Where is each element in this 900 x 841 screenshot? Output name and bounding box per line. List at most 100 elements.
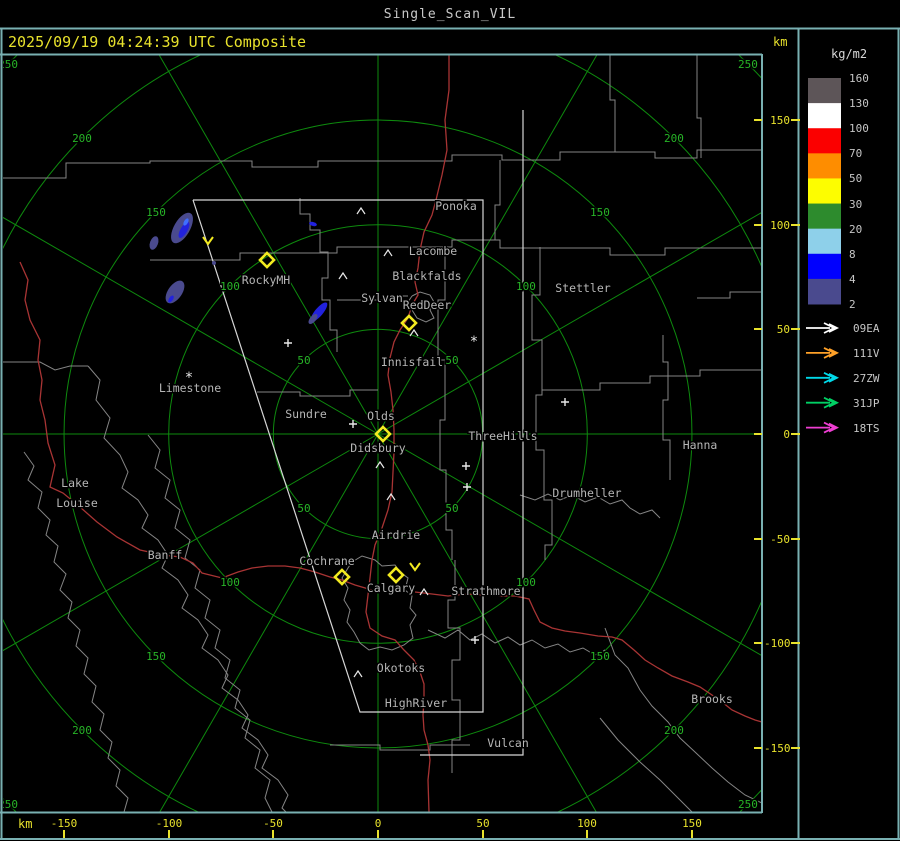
bottom-axis-label-100: 100 (577, 817, 597, 830)
city-label-hanna: Hanna (683, 438, 718, 452)
ring-label-200-sw: 200 (72, 724, 92, 737)
town-marker-caret (419, 587, 429, 596)
legend-scale-value-30: 30 (849, 197, 863, 211)
ring-label-50-ne: 50 (445, 354, 458, 367)
town-marker-star: * (470, 334, 478, 350)
city-label-rockymh: RockyMH (242, 273, 291, 287)
right-axis-label-150: 150 (770, 114, 790, 127)
legend-scale-value-20: 20 (849, 222, 863, 236)
ring-label-100-ne: 100 (516, 280, 536, 293)
town-marker-plus (284, 339, 292, 347)
city-label-drumheller: Drumheller (552, 486, 621, 500)
site-arrow-label-27ZW: 27ZW (853, 371, 880, 385)
precip-echo (165, 280, 185, 304)
legend-scale-value-4: 4 (849, 272, 856, 286)
site-vee-marker[interactable] (202, 236, 214, 246)
city-label-brooks: Brooks (691, 692, 733, 706)
city-label-sylvan: Sylvan (361, 291, 403, 305)
county-boundary (604, 627, 762, 804)
radial-line-240deg (158, 55, 379, 435)
legend-color-box-1 (808, 103, 841, 129)
city-label-louise: Louise (56, 496, 98, 510)
county-boundary (531, 247, 553, 560)
bottom-axis-label-0: 0 (374, 817, 382, 830)
right-axis-label--50: -50 (770, 533, 790, 546)
city-label-olds: Olds (367, 409, 395, 423)
right-axis-label-0: 0 (783, 428, 790, 441)
county-boundary (697, 291, 762, 299)
legend-color-box-7 (808, 253, 841, 280)
radial-line-120deg (159, 433, 379, 812)
legend-scale-value-100: 100 (849, 122, 869, 136)
city-label-limestone: Limestone (159, 381, 221, 395)
city-label-innisfail: Innisfail (381, 355, 443, 369)
town-marker-plus (462, 462, 470, 470)
town-marker-plus (471, 636, 479, 644)
county-boundary (696, 55, 702, 158)
county-boundary (3, 149, 762, 179)
town-marker-plus (561, 398, 569, 406)
legend-unit-label: kg/m2 (831, 47, 868, 61)
precip-echo (212, 261, 216, 265)
town-marker-caret (375, 460, 385, 469)
ring-label-200-se: 200 (664, 724, 684, 737)
legend-color-box-2 (808, 128, 841, 154)
bottom-axis-unit-label: km (18, 817, 33, 831)
ring-label-200-nw: 200 (72, 132, 92, 145)
city-label-vulcan: Vulcan (487, 736, 529, 750)
town-marker-caret (338, 271, 348, 280)
radar-site-marker[interactable] (387, 566, 405, 584)
right-axis-label-100: 100 (770, 219, 790, 232)
legend-scale-value-50: 50 (849, 172, 863, 186)
right-axis-label-50: 50 (776, 323, 790, 336)
precip-echo (149, 236, 159, 250)
city-label-blackfalds: Blackfalds (392, 269, 461, 283)
city-label-threehills: ThreeHills (468, 429, 537, 443)
county-boundary (147, 434, 273, 812)
city-label-banff: Banff (148, 548, 183, 562)
site-arrow-label-09EA: 09EA (853, 322, 880, 335)
bottom-axis-label--150: -150 (50, 817, 78, 830)
legend-color-box-3 (808, 153, 841, 179)
city-label-calgary: Calgary (367, 581, 416, 595)
radar-app-window: { "window": { "title": "Single_Scan_VIL"… (0, 0, 900, 841)
bottom-axis-label--100: -100 (155, 817, 183, 830)
town-marker-caret (353, 669, 363, 678)
ring-label-250-se: 250 (738, 798, 758, 811)
city-label-cochrane: Cochrane (299, 554, 354, 568)
county-boundary (299, 198, 338, 352)
county-boundary (341, 555, 417, 651)
city-label-lacombe: Lacombe (409, 244, 458, 258)
county-boundary (87, 365, 289, 812)
radial-line-150deg (3, 433, 379, 652)
county-boundary (609, 55, 616, 152)
legend-scale-value-70: 70 (849, 147, 863, 161)
legend-scale-value-2: 2 (849, 297, 856, 311)
legend-color-box-6 (808, 228, 841, 255)
timestamp-label: 2025/09/19 04:24:39 UTC Composite (8, 33, 307, 51)
ring-label-250-sw: 250 (0, 798, 18, 811)
legend-scale-value-130: 130 (849, 97, 869, 111)
ring-label-250-nw: 250 (0, 58, 18, 71)
town-marker-caret (356, 206, 366, 215)
site-arrow-label-18TS: 18TS (853, 421, 880, 435)
ring-label-150-nw: 150 (146, 206, 166, 219)
ring-label-150-sw: 150 (146, 650, 166, 663)
ring-label-50-nw: 50 (297, 354, 310, 367)
ring-label-250-ne: 250 (738, 58, 758, 71)
site-arrow-label-31JP: 31JP (853, 396, 880, 410)
city-label-lake: Lake (61, 476, 89, 490)
town-marker-caret (383, 248, 393, 257)
ring-label-150-se: 150 (590, 650, 610, 663)
city-label-airdrie: Airdrie (372, 528, 421, 542)
county-boundary (3, 361, 88, 371)
city-label-didsbury: Didsbury (350, 441, 405, 455)
town-marker-caret (409, 328, 419, 337)
ring-label-150-ne: 150 (590, 206, 610, 219)
right-axis-unit-label: km (773, 35, 788, 49)
legend-color-box-4 (808, 178, 841, 205)
legend-color-box-5 (808, 203, 841, 230)
site-vee-marker[interactable] (409, 562, 421, 572)
legend-scale-value-8: 8 (849, 247, 856, 261)
ring-label-100-sw: 100 (220, 576, 240, 589)
